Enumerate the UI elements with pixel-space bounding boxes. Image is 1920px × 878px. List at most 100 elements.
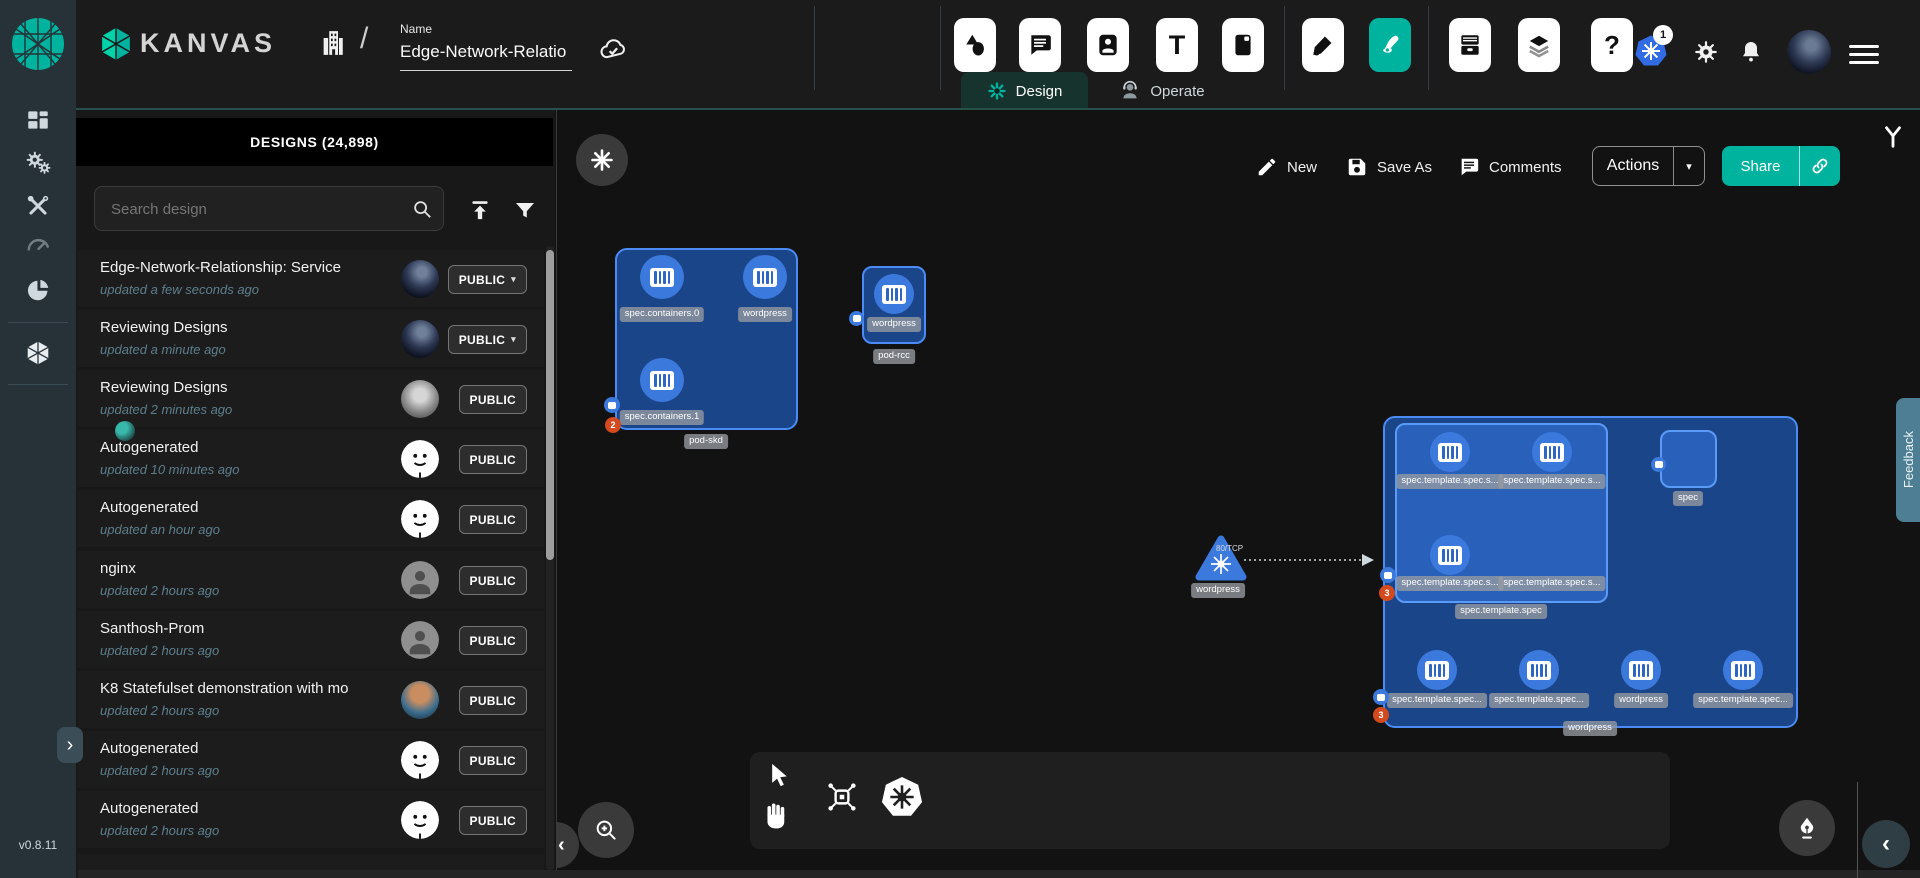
layers-tool[interactable] — [1518, 18, 1560, 72]
pod-badge-icon[interactable] — [604, 397, 620, 413]
pan-hand-tool[interactable] — [760, 800, 792, 832]
filter-icon[interactable] — [513, 199, 537, 223]
visibility-badge[interactable]: PUBLIC▾ — [448, 265, 527, 294]
list-item-partial[interactable] — [78, 854, 544, 870]
visibility-badge[interactable]: PUBLIC▾ — [448, 325, 527, 354]
organization-building-icon[interactable] — [318, 28, 348, 58]
container-node[interactable] — [1621, 650, 1661, 690]
extensions-icon[interactable] — [25, 277, 51, 303]
error-badge[interactable]: 2 — [605, 417, 621, 433]
save-as-button[interactable]: Save As — [1346, 152, 1432, 182]
container-node[interactable] — [1430, 432, 1470, 472]
freehand-brush-tool[interactable] — [1369, 18, 1411, 72]
list-item[interactable]: Santhosh-Prom updated 2 hours ago PUBLIC — [78, 611, 544, 668]
pod-badge-icon[interactable] — [1651, 457, 1666, 472]
pod-badge-icon[interactable] — [849, 311, 864, 326]
feedback-tab[interactable]: Feedback — [1896, 398, 1920, 522]
pen-tool[interactable] — [1302, 18, 1344, 72]
cluster-context-button[interactable] — [576, 134, 628, 186]
actions-button[interactable]: Actions ▾ — [1592, 146, 1705, 186]
list-item[interactable]: Autogenerated updated 2 hours ago PUBLIC — [78, 791, 544, 848]
container-node[interactable] — [640, 358, 684, 402]
visibility-badge[interactable]: PUBLIC — [459, 445, 527, 474]
select-cursor-tool[interactable] — [764, 760, 792, 790]
owner-avatar[interactable] — [401, 621, 439, 659]
owner-avatar[interactable] — [401, 380, 439, 418]
tab-operate[interactable]: Operate — [1094, 72, 1230, 110]
list-item[interactable]: K8 Statefulset demonstration with mo upd… — [78, 671, 544, 728]
list-item[interactable]: nginx updated 2 hours ago PUBLIC — [78, 551, 544, 608]
list-item[interactable]: Autogenerated updated 2 hours ago PUBLIC — [78, 731, 544, 788]
list-item[interactable]: Reviewing Designs updated 2 minutes ago … — [78, 370, 544, 427]
visibility-badge[interactable]: PUBLIC — [459, 746, 527, 775]
notifications-bell-icon[interactable] — [1739, 40, 1763, 64]
owner-avatar[interactable] — [401, 561, 439, 599]
kubernetes-tool[interactable] — [880, 774, 924, 820]
container-node[interactable] — [640, 255, 684, 299]
owner-avatar[interactable] — [401, 681, 439, 719]
copy-link-icon[interactable] — [1800, 146, 1840, 186]
owner-avatar[interactable] — [401, 741, 439, 779]
container-node[interactable] — [1519, 650, 1559, 690]
container-node[interactable] — [874, 274, 914, 314]
horizontal-scrollbar[interactable] — [78, 870, 1920, 878]
pod-badge-icon[interactable] — [1380, 567, 1396, 583]
comment-tool[interactable] — [1019, 18, 1061, 72]
text-tool[interactable]: T — [1156, 18, 1198, 72]
container-node[interactable] — [1723, 650, 1763, 690]
new-button[interactable]: New — [1256, 152, 1317, 182]
settings-gear-icon[interactable] — [1693, 39, 1719, 65]
zoom-button[interactable] — [578, 802, 634, 858]
list-item[interactable]: Edge-Network-Relationship: Service updat… — [78, 250, 544, 307]
list-item[interactable]: Reviewing Designs updated a minute ago P… — [78, 310, 544, 367]
help-tool[interactable]: ? — [1591, 18, 1633, 72]
caret-down-icon[interactable]: ▾ — [1674, 147, 1704, 185]
container-node[interactable] — [743, 255, 787, 299]
meshery-logo-icon[interactable] — [11, 17, 65, 71]
error-badge[interactable]: 3 — [1373, 707, 1389, 723]
visibility-badge[interactable]: PUBLIC — [459, 686, 527, 715]
container-node[interactable] — [1430, 535, 1470, 575]
pod-badge-icon[interactable] — [1373, 689, 1389, 705]
collapse-right-button[interactable]: ‹ — [1862, 820, 1910, 868]
components-tool[interactable] — [825, 780, 859, 814]
visibility-badge[interactable]: PUBLIC — [459, 385, 527, 414]
owner-avatar[interactable] — [401, 801, 439, 839]
lifecycle-gears-icon[interactable] — [25, 150, 51, 176]
container-node[interactable] — [1417, 650, 1457, 690]
error-badge[interactable]: 3 — [1379, 585, 1395, 601]
media-tool[interactable] — [1087, 18, 1129, 72]
designs-scrollbar-thumb[interactable] — [546, 250, 554, 560]
expand-sidebar-button[interactable]: › — [57, 727, 83, 763]
shapes-tool[interactable] — [954, 18, 996, 72]
import-design-icon[interactable] — [467, 198, 493, 224]
visibility-badge[interactable]: PUBLIC — [459, 626, 527, 655]
performance-gauge-icon[interactable] — [25, 231, 51, 257]
configuration-tools-icon[interactable] — [25, 193, 51, 219]
kanvas-hexagon-icon[interactable] — [25, 340, 51, 366]
user-avatar[interactable] — [1787, 30, 1831, 74]
visibility-badge[interactable]: PUBLIC — [459, 505, 527, 534]
list-item[interactable]: Autogenerated updated an hour ago PUBLIC — [78, 490, 544, 547]
owner-avatar[interactable] — [401, 260, 439, 298]
owner-avatar[interactable] — [401, 500, 439, 538]
drawer-tool[interactable] — [1449, 18, 1491, 72]
y-branch-icon[interactable] — [1880, 124, 1906, 150]
menu-icon[interactable] — [1849, 40, 1879, 69]
spec-node[interactable] — [1660, 430, 1717, 488]
service-node[interactable] — [1194, 534, 1248, 582]
kanvas-logo-icon[interactable] — [100, 26, 132, 64]
search-icon[interactable] — [411, 198, 433, 220]
visibility-badge[interactable]: PUBLIC — [459, 806, 527, 835]
owner-avatar[interactable] — [401, 320, 439, 358]
tab-design[interactable]: Design — [961, 72, 1088, 110]
design-name-input[interactable] — [400, 40, 572, 71]
list-item[interactable]: Autogenerated updated 10 minutes ago PUB… — [78, 430, 544, 487]
share-button[interactable]: Share — [1722, 146, 1840, 186]
owner-avatar[interactable] — [401, 440, 439, 478]
comments-button[interactable]: Comments — [1458, 152, 1562, 182]
container-node[interactable] — [1532, 432, 1572, 472]
pen-mode-button[interactable] — [1779, 800, 1835, 856]
visibility-badge[interactable]: PUBLIC — [459, 566, 527, 595]
note-tool[interactable] — [1222, 18, 1264, 72]
